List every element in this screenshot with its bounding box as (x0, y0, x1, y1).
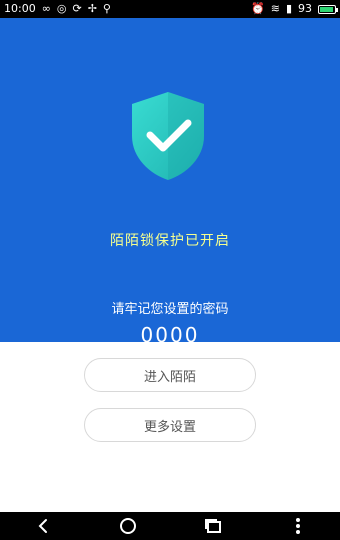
protection-enabled-title: 陌陌锁保护已开启 (110, 233, 230, 249)
back-icon[interactable] (29, 512, 57, 540)
navigation-bar (0, 512, 340, 540)
time-text: 10:00 (4, 2, 36, 15)
app-icon: ◎ (56, 2, 67, 15)
sync-icon: ⟳ (72, 2, 82, 15)
pinwheel-icon: ✢ (87, 2, 97, 15)
more-icon[interactable] (284, 512, 312, 540)
shield-check-icon (132, 92, 204, 180)
status-right: ⏰ ≋ ▮ 93 (251, 0, 338, 18)
wifi-icon: ≋ (270, 2, 280, 15)
more-settings-button[interactable]: 更多设置 (84, 408, 256, 442)
hero: 陌陌锁保护已开启 请牢记您设置的密码 0000 (0, 18, 340, 347)
battery-level: 93 (298, 2, 312, 15)
recent-apps-icon[interactable] (199, 512, 227, 540)
infinity-icon: ∞ (41, 2, 51, 15)
remember-password-label: 请牢记您设置的密码 (111, 302, 229, 317)
status-bar: 10:00 ∞ ◎ ⟳ ✢ ⚲ ⏰ ≋ ▮ 93 (0, 0, 340, 18)
usb-icon: ⚲ (102, 2, 111, 15)
status-left: 10:00 ∞ ◎ ⟳ ✢ ⚲ (4, 0, 111, 18)
password-value: 0000 (140, 323, 200, 347)
signal-icon: ▮ (285, 2, 292, 15)
battery-icon (318, 4, 338, 14)
alarm-icon: ⏰ (251, 2, 265, 15)
battery-fill (320, 6, 334, 12)
home-icon[interactable] (114, 512, 142, 540)
enter-momo-button[interactable]: 进入陌陌 (84, 358, 256, 392)
